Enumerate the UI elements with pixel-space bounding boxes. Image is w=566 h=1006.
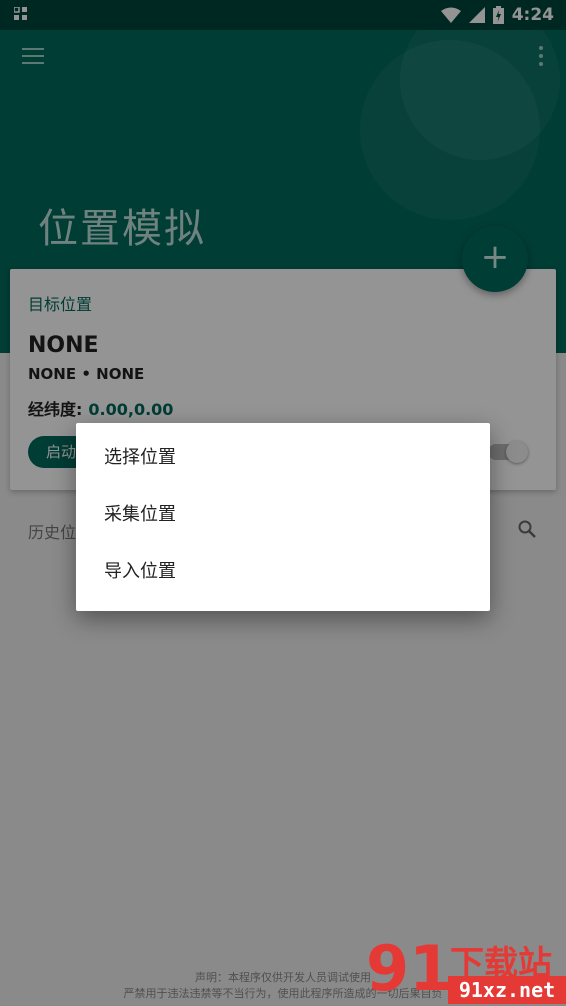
- watermark-number: 91: [366, 932, 453, 1005]
- watermark-url: 91xz.net: [448, 976, 566, 1004]
- watermark-logo: 91 下载站 91xz.net: [366, 932, 566, 1006]
- dialog-item-import-location[interactable]: 导入位置: [76, 543, 490, 600]
- add-location-dialog: 选择位置 采集位置 导入位置: [76, 423, 490, 611]
- dialog-item-select-location[interactable]: 选择位置: [76, 429, 490, 486]
- dialog-item-collect-location[interactable]: 采集位置: [76, 486, 490, 543]
